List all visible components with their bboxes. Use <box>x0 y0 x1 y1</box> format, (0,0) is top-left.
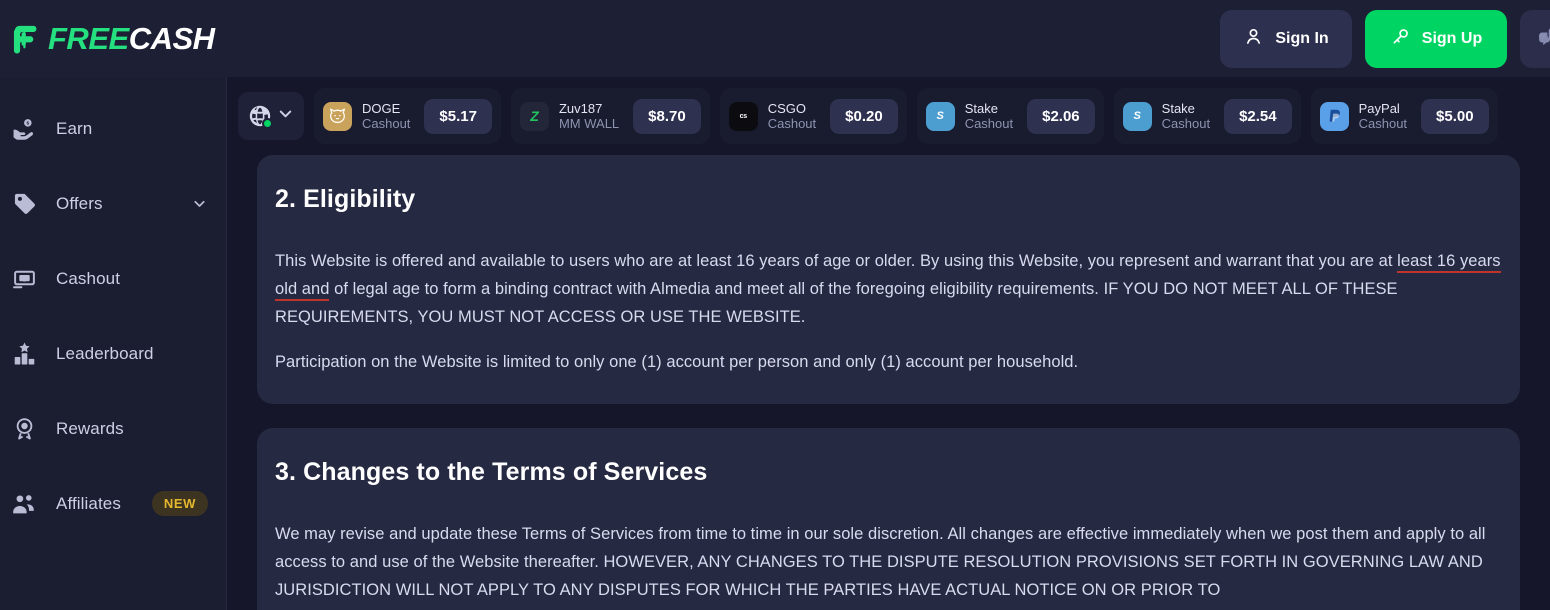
sign-in-label: Sign In <box>1275 29 1329 47</box>
ticker-item[interactable]: S Stake Cashout $2.54 <box>1113 88 1301 144</box>
sidebar-item-leaderboard[interactable]: Leaderboard <box>0 316 226 391</box>
sidebar-item-affiliates[interactable]: Affiliates NEW <box>0 466 226 541</box>
ticker-item-name: Stake <box>1161 100 1195 116</box>
status-badge-new: NEW <box>151 491 208 516</box>
brand-logo[interactable]: FREECASH <box>0 0 227 77</box>
sidebar-item-cashout[interactable]: $ Cashout <box>0 241 226 316</box>
terms-content: 2. Eligibility This Website is offered a… <box>227 155 1550 610</box>
ticker-item-amount: $8.70 <box>633 98 701 134</box>
sidebar-item-label: Leaderboard <box>56 343 154 363</box>
ticker-item-name: CSGO <box>767 100 807 116</box>
zuv-icon: Z <box>519 101 549 131</box>
ticker-item-sub: Cashout <box>1358 116 1408 131</box>
hand-coin-icon: $ <box>4 116 44 141</box>
sidebar-item-label: Rewards <box>56 418 124 438</box>
online-status-dot <box>261 118 273 129</box>
section-heading: 3. Changes to the Terms of Services <box>275 458 708 486</box>
sidebar: $ Earn Offers $ Cashout Leaderboard Rewa… <box>0 77 227 610</box>
sidebar-item-label: Cashout <box>56 268 121 288</box>
section-changes-to-terms: 3. Changes to the Terms of Services We m… <box>257 428 1520 610</box>
paragraph-post: of legal age to form a binding contract … <box>275 280 1398 326</box>
ticker-item-name: Zuv187 <box>558 100 603 116</box>
top-navbar: FREECASH Sign In Sign Up <box>0 0 1550 77</box>
cashout-ticker-bar: DOGE Cashout $5.17 Z Zuv187 MM WALL $8.7… <box>227 77 1550 155</box>
section-eligibility: 2. Eligibility This Website is offered a… <box>257 155 1520 404</box>
key-icon <box>1390 26 1411 52</box>
ticker-item-amount: $2.06 <box>1027 98 1095 134</box>
brand-logo-cash: CASH <box>128 21 215 56</box>
stake-icon: S <box>1122 101 1152 131</box>
sign-up-button[interactable]: Sign Up <box>1365 9 1507 68</box>
section-heading: 2. Eligibility <box>275 185 416 213</box>
ticker-item[interactable]: PayPal Cashout $5.00 <box>1310 88 1498 144</box>
stake-icon-glyph: S <box>1133 110 1141 122</box>
ticker-item[interactable]: cs CSGO Cashout $0.20 <box>719 88 907 144</box>
ticker-item-name: DOGE <box>362 100 401 116</box>
ticker-item-name: Stake <box>964 100 998 116</box>
section-paragraph: This Website is offered and available to… <box>275 247 1502 331</box>
stake-icon-glyph: S <box>936 110 944 122</box>
atm-cash-icon: $ <box>4 266 44 291</box>
globe-icon <box>248 104 273 129</box>
sign-up-label: Sign Up <box>1421 29 1483 47</box>
svg-text:$: $ <box>26 121 29 127</box>
section-paragraph: Participation on the Website is limited … <box>275 353 1079 371</box>
page-root: FREECASH Sign In Sign Up $ Earn Offers $… <box>0 0 1550 610</box>
sign-in-button[interactable]: Sign In <box>1220 9 1352 68</box>
csgo-icon-glyph: cs <box>739 112 747 120</box>
brand-logo-free: FREE <box>48 21 129 56</box>
podium-icon <box>4 341 44 366</box>
zuv-icon-glyph: Z <box>530 108 539 124</box>
chevron-down-icon[interactable] <box>191 195 208 212</box>
ticker-item[interactable]: Z Zuv187 MM WALL $8.70 <box>510 88 710 144</box>
ticker-item-amount: $2.54 <box>1224 98 1292 134</box>
doge-icon <box>323 101 352 131</box>
ticker-item-sub: MM WALL <box>558 116 620 131</box>
csgo-icon: cs <box>728 101 758 131</box>
paragraph-pre: This Website is offered and available to… <box>275 252 1398 270</box>
medal-icon <box>4 416 44 441</box>
sidebar-item-label: Affiliates <box>56 493 121 513</box>
ticker-item-amount: $5.00 <box>1421 98 1489 134</box>
sidebar-item-offers[interactable]: Offers <box>0 166 226 241</box>
ticker-item-amount: $5.17 <box>424 98 492 134</box>
language-selector[interactable] <box>238 92 304 140</box>
ticker-item[interactable]: DOGE Cashout $5.17 <box>314 88 501 144</box>
section-paragraph: We may revise and update these Terms of … <box>275 525 1486 599</box>
user-icon <box>1243 26 1264 52</box>
ticker-item-amount: $0.20 <box>830 98 898 134</box>
ticker-item-name: PayPal <box>1358 100 1400 116</box>
ticker-item-sub: Cashout <box>362 116 411 131</box>
paypal-icon <box>1319 101 1349 131</box>
ticker-item-sub: Cashout <box>1161 116 1211 131</box>
ticker-item-sub: Cashout <box>964 116 1014 131</box>
chat-button[interactable] <box>1520 9 1550 68</box>
sidebar-item-label: Offers <box>56 193 103 213</box>
chat-bubble-icon <box>1537 24 1550 54</box>
chevron-down-icon <box>276 104 295 128</box>
stake-icon: S <box>925 101 955 131</box>
ticker-item[interactable]: S Stake Cashout $2.06 <box>916 88 1104 144</box>
sidebar-item-label: Earn <box>56 118 93 138</box>
users-group-icon <box>4 491 44 517</box>
tag-icon <box>4 191 44 216</box>
sidebar-item-earn[interactable]: $ Earn <box>0 91 226 166</box>
freecash-logo-icon <box>8 22 42 56</box>
top-actions: Sign In Sign Up <box>1220 9 1550 68</box>
sidebar-item-rewards[interactable]: Rewards <box>0 391 226 466</box>
ticker-item-sub: Cashout <box>767 116 817 131</box>
